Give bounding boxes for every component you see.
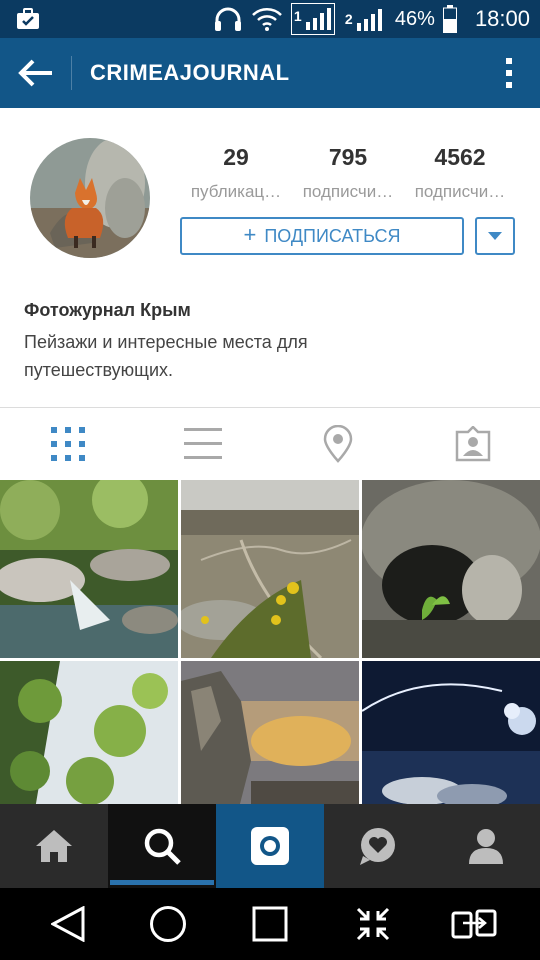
photo-tile[interactable]	[0, 661, 178, 804]
activity-heart-icon	[360, 828, 395, 865]
search-icon	[144, 828, 181, 865]
tree-leaves-photo	[0, 661, 178, 804]
nav-camera[interactable]	[216, 804, 324, 888]
photo-tile[interactable]	[0, 480, 178, 658]
more-vert-icon[interactable]	[504, 56, 514, 90]
avatar[interactable]	[30, 138, 150, 258]
nav-activity[interactable]	[324, 804, 432, 888]
tab-tagged[interactable]	[405, 408, 540, 480]
wifi-icon	[252, 8, 282, 31]
night-sky-photo	[362, 661, 540, 804]
system-back-button[interactable]	[28, 888, 108, 960]
following-label: подписчи…	[414, 182, 506, 201]
followers-count: 795	[328, 144, 368, 170]
photo-tile[interactable]	[362, 661, 540, 804]
grid-icon	[50, 427, 85, 461]
stat-posts[interactable]: 29 публикац…	[180, 144, 292, 202]
profile-stats: 29 публикац… 795 подписчи… 4562 подписчи…	[180, 144, 520, 202]
follow-button-label: ПОДПИСАТЬСЯ	[264, 225, 401, 246]
battery-percent: 46%	[394, 7, 435, 30]
profile-view-tabs	[0, 408, 540, 480]
nav-profile[interactable]	[432, 804, 540, 888]
headphones-icon	[214, 7, 241, 31]
location-pin-icon	[323, 425, 352, 463]
following-count: 4562	[434, 144, 486, 170]
cliff-sunset-photo	[181, 661, 359, 804]
nav-search[interactable]	[108, 804, 216, 888]
valley-flowers-photo	[181, 480, 359, 658]
recents-square-icon	[252, 906, 288, 942]
switch-sim-icon	[451, 909, 497, 939]
collapse-icon	[356, 907, 390, 941]
home-circle-icon	[150, 906, 186, 942]
sim2-label: 2	[344, 11, 353, 27]
photo-tile[interactable]	[362, 480, 540, 658]
signal-sim1-icon: 1	[290, 3, 335, 35]
suggestions-dropdown-button[interactable]	[475, 217, 515, 255]
avatar-fox-photo	[30, 138, 150, 258]
system-collapse-button[interactable]	[333, 888, 413, 960]
signal-sim2-icon: 2	[343, 3, 387, 35]
bio-text: Пейзажи и интересные места для путешеств…	[24, 332, 308, 380]
stat-followers[interactable]: 795 подписчи…	[292, 144, 404, 202]
profile-icon	[469, 829, 503, 864]
back-arrow-icon[interactable]	[16, 58, 54, 88]
forest-stream-photo	[0, 480, 178, 658]
system-nav-bar	[0, 888, 540, 960]
plus-icon: +	[243, 222, 257, 247]
app-bar-separator	[71, 56, 72, 90]
tab-list[interactable]	[135, 408, 270, 480]
system-switch-sim-button[interactable]	[434, 888, 514, 960]
photo-grid	[0, 480, 540, 804]
active-tab-indicator	[110, 880, 214, 885]
list-icon	[183, 428, 222, 459]
briefcase-check-icon	[17, 8, 39, 29]
back-triangle-icon	[51, 906, 85, 942]
system-recents-button[interactable]	[230, 888, 310, 960]
photo-tile[interactable]	[181, 661, 359, 804]
tagged-photos-icon	[455, 426, 490, 462]
posts-label: публикац…	[190, 182, 282, 201]
sim1-label: 1	[293, 8, 302, 24]
tab-grid[interactable]	[0, 408, 135, 480]
app-bar: CRIMEAJOURNAL	[0, 38, 540, 108]
bio-name: Фотожурнал Крым	[24, 300, 191, 320]
clock: 18:00	[474, 6, 530, 31]
home-icon	[36, 830, 72, 862]
bottom-nav	[0, 804, 540, 888]
posts-count: 29	[223, 144, 249, 170]
camera-icon	[251, 827, 289, 865]
caret-down-icon	[488, 232, 502, 240]
system-home-button[interactable]	[128, 888, 208, 960]
cave-photo	[362, 480, 540, 658]
page-title: CRIMEAJOURNAL	[90, 60, 290, 85]
tab-location[interactable]	[270, 408, 405, 480]
status-bar: 1 2 46% 18:00	[0, 0, 540, 38]
battery-icon	[442, 5, 457, 33]
nav-home[interactable]	[0, 804, 108, 888]
photo-tile[interactable]	[181, 480, 359, 658]
follow-button[interactable]: + ПОДПИСАТЬСЯ	[180, 217, 464, 255]
followers-label: подписчи…	[302, 182, 394, 201]
stat-following[interactable]: 4562 подписчи…	[404, 144, 516, 202]
